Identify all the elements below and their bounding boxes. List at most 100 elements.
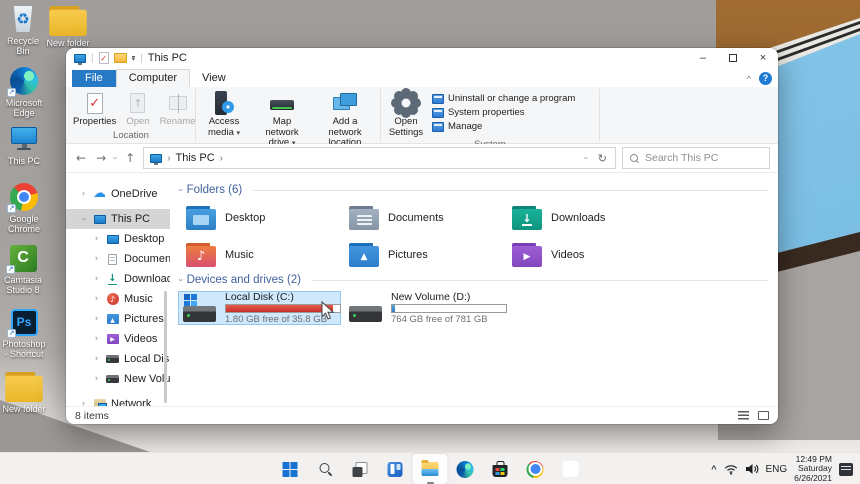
up-button[interactable]: ↑ [123,151,137,165]
breadcrumb-chevron[interactable]: › [220,153,223,164]
manage-button[interactable]: Manage [432,120,575,133]
breadcrumb-location[interactable]: This PC [176,152,215,164]
edge-button[interactable] [448,454,483,484]
divider: | [91,53,94,64]
minimize-button[interactable]: – [688,48,718,68]
search-button[interactable] [308,454,343,484]
help-icon[interactable]: ? [759,72,772,85]
add-network-location-icon [333,93,357,113]
folder-tile-desktop[interactable]: Desktop [178,203,341,233]
address-bar[interactable]: › This PC › › ↻ [143,147,616,169]
desktop-icon-this-pc[interactable]: This PC [1,124,47,166]
desktop-icon-recycle-bin[interactable]: Recycle Bin [0,4,46,56]
folder-tile-downloads[interactable]: ↓ Downloads [504,203,667,233]
desktop-icon [107,235,119,244]
start-button[interactable] [273,454,308,484]
desktop-icon-new-folder-2[interactable]: New folder [1,372,47,414]
drive-tile-local-disk-c[interactable]: Local Disk (C:) 1.80 GB free of 35.8 GB [178,291,341,325]
task-view-button[interactable] [343,454,378,484]
sidebar-item-desktop[interactable]: › Desktop [66,229,170,249]
expand-chevron-icon[interactable]: › [92,354,101,364]
sidebar-item-pictures[interactable]: › ▲ Pictures [66,309,170,329]
expand-chevron-icon[interactable]: › [92,334,101,344]
store-button[interactable] [483,454,518,484]
this-pc-icon [10,127,38,151]
notification-center-icon[interactable] [839,463,853,476]
open-settings-button[interactable]: Open Settings [382,89,430,139]
tab-computer[interactable]: Computer [116,69,190,87]
sidebar-item-this-pc[interactable]: › This PC [66,209,170,229]
tray-expand-icon[interactable]: ^ [711,464,716,474]
tab-view[interactable]: View [190,70,238,87]
desktop-icon-new-folder-1[interactable]: New folder [45,6,91,48]
forward-button[interactable]: → [94,151,108,165]
folder-tile-pictures[interactable]: ▲ Pictures [341,240,504,270]
refresh-icon[interactable]: ↻ [596,152,609,165]
close-button[interactable]: × [748,48,778,68]
desktop-icon-camtasia[interactable]: Camtasia Studio 8 [0,243,46,295]
collapse-chevron-icon[interactable]: › [175,278,185,282]
folder-tile-music[interactable]: ♪ Music [178,240,341,270]
titlebar[interactable]: | ✓ ▾ | This PC – × [66,48,778,68]
group-header-folders[interactable]: › Folders (6) [178,184,768,196]
desktop-icon-microsoft-edge[interactable]: Microsoft Edge [1,66,47,118]
folder-tile-videos[interactable]: ▶ Videos [504,240,667,270]
expand-chevron-icon[interactable]: › [92,374,101,384]
address-dropdown-icon[interactable]: › [581,157,591,160]
volume-icon[interactable] [745,463,759,475]
desktop: Recycle Bin New folder Microsoft Edge Th… [0,0,860,484]
expand-chevron-icon[interactable]: › [92,234,101,244]
rename-button[interactable]: Rename [155,89,201,129]
access-media-button[interactable]: Access media ▾ [197,89,251,140]
expand-chevron-icon[interactable]: › [92,294,101,304]
open-button[interactable]: ↑ Open [121,89,154,129]
expand-chevron-icon[interactable]: › [79,189,88,199]
drive-tile-new-volume-d[interactable]: New Volume (D:) 764 GB free of 781 GB [344,291,507,325]
wifi-icon[interactable] [724,464,738,475]
new-folder-quick-icon[interactable] [114,53,127,63]
add-network-location-button[interactable]: Add a network location [313,89,377,150]
collapse-ribbon-icon[interactable]: ^ [747,74,751,84]
properties-button[interactable]: ✓ Properties [68,89,121,129]
large-icons-view-icon[interactable] [758,411,769,420]
camtasia-button[interactable] [553,454,588,484]
search-input[interactable] [645,152,762,164]
sidebar-item-local-disk-c[interactable]: › Local Disk (C:) [66,349,170,369]
maximize-button[interactable] [718,48,748,68]
collapse-chevron-icon[interactable]: › [79,215,89,224]
language-indicator[interactable]: ENG [766,464,788,475]
map-network-drive-button[interactable]: Map network drive ▾ [251,89,313,151]
collapse-chevron-icon[interactable]: › [175,188,185,192]
tab-file[interactable]: File [72,70,116,87]
expand-chevron-icon[interactable]: › [92,254,101,264]
sidebar-scrollbar[interactable] [164,291,167,403]
expand-chevron-icon[interactable]: › [79,399,88,406]
expand-chevron-icon[interactable]: › [92,274,101,284]
search-box[interactable] [622,147,770,169]
expand-chevron-icon[interactable]: › [92,314,101,324]
sidebar-item-downloads[interactable]: › ↓ Downloads [66,269,170,289]
properties-quick-icon[interactable]: ✓ [99,52,109,64]
folder-tile-documents[interactable]: Documents [341,203,504,233]
back-button[interactable]: ← [74,151,88,165]
desktop-icon-photoshop[interactable]: Photoshop - Shortcut [1,307,47,359]
recent-locations-icon[interactable]: › [111,157,121,160]
widgets-button[interactable] [378,454,413,484]
uninstall-program-button[interactable]: Uninstall or change a program [432,92,575,105]
customize-toolbar-dropdown-icon[interactable]: ▾ [132,56,136,63]
clock[interactable]: 12:49 PM Saturday 6/26/2021 [794,455,832,484]
chrome-icon [527,461,544,478]
sidebar-item-documents[interactable]: › Documents [66,249,170,269]
group-header-devices-and-drives[interactable]: › Devices and drives (2) [178,274,768,286]
sidebar-item-onedrive[interactable]: › ☁ OneDrive [66,184,170,204]
sidebar-item-new-volume-d[interactable]: › New Volume (D [66,369,170,389]
desktop-icon-label: This PC [8,156,40,166]
file-explorer-button[interactable] [413,454,448,484]
details-view-icon[interactable] [738,411,749,420]
sidebar-item-music[interactable]: › ♪ Music [66,289,170,309]
desktop-icon-google-chrome[interactable]: Google Chrome [1,182,47,234]
system-properties-button[interactable]: System properties [432,106,575,119]
sidebar-item-videos[interactable]: › ▶ Videos [66,329,170,349]
chrome-button[interactable] [518,454,553,484]
sidebar-item-network[interactable]: › Network [66,394,170,406]
